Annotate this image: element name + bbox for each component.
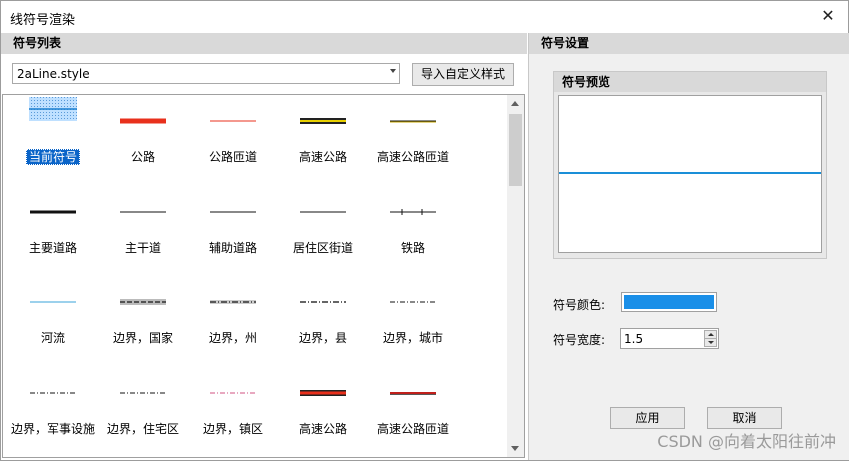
scroll-up-icon[interactable] <box>511 101 519 106</box>
symbol-color-label: 符号颜色: <box>553 298 606 312</box>
symbol-item[interactable]: 河流 <box>8 276 98 366</box>
symbol-preview-canvas <box>558 95 822 253</box>
line-symbol-swatch <box>118 292 168 315</box>
line-symbol-swatch <box>298 383 348 406</box>
symbol-item[interactable]: 边界，军事设施 <box>8 367 98 457</box>
scroll-down-icon[interactable] <box>511 446 519 451</box>
stepper-down-icon[interactable] <box>704 338 717 347</box>
line-symbol-swatch <box>28 292 78 315</box>
line-symbol-swatch <box>118 111 168 134</box>
symbol-item[interactable]: 高速公路 <box>278 95 368 185</box>
symbol-settings-panel: 符号设置 符号预览 符号颜色: 符号宽度: 1.5 应用 取消 <box>528 33 849 460</box>
symbol-label: 高速公路匝道 <box>376 422 449 436</box>
symbol-width-value: 1.5 <box>624 332 644 346</box>
symbol-color-swatch <box>624 295 714 309</box>
line-symbol-swatch <box>388 383 438 406</box>
window-title: 线符号渲染 <box>10 13 76 28</box>
symbol-width-stepper[interactable]: 1.5 <box>620 328 719 349</box>
chevron-down-icon[interactable] <box>390 69 396 73</box>
line-symbol-swatch <box>208 111 258 134</box>
symbol-item[interactable]: 边界，县 <box>278 276 368 366</box>
symbol-item[interactable]: 边界，镇区 <box>188 367 278 457</box>
symbol-settings-header: 符号设置 <box>529 33 849 54</box>
line-symbol-swatch <box>388 202 438 225</box>
symbol-item[interactable]: 居住区街道 <box>278 186 368 276</box>
line-symbol-swatch <box>28 202 78 225</box>
symbol-item[interactable]: 高速公路匝道 <box>368 367 458 457</box>
line-symbol-swatch <box>298 111 348 134</box>
vertical-scrollbar[interactable] <box>507 95 524 457</box>
symbol-item[interactable]: 铁路 <box>368 186 458 276</box>
symbol-width-label: 符号宽度: <box>553 333 606 347</box>
symbol-item[interactable]: 公路 <box>98 95 188 185</box>
line-symbol-swatch <box>28 97 78 124</box>
line-symbol-dialog: 线符号渲染 ✕ 符号列表 2aLine.style 导入自定义样式 当前符号 公路… <box>0 0 849 461</box>
symbol-preview-title: 符号预览 <box>554 72 826 92</box>
symbol-item[interactable]: 边界，州 <box>188 276 278 366</box>
line-symbol-swatch <box>388 111 438 134</box>
line-symbol-swatch <box>208 292 258 315</box>
line-symbol-swatch <box>118 202 168 225</box>
symbol-label: 边界，城市 <box>382 331 443 345</box>
import-custom-style-button[interactable]: 导入自定义样式 <box>412 63 514 86</box>
symbol-item[interactable]: 主要道路 <box>8 186 98 276</box>
line-symbol-swatch <box>388 292 438 315</box>
symbol-list: 当前符号 公路 公路匝道 高速公路 高速公路匝道 主要道路 主干道 辅助道路 居住区街道 铁路 河流… <box>2 94 525 458</box>
symbol-item[interactable]: 辅助道路 <box>188 186 278 276</box>
watermark: CSDN @向着太阳往前冲 <box>657 432 836 451</box>
symbol-label: 高速公路匝道 <box>376 150 449 164</box>
preview-line <box>559 172 821 174</box>
symbol-item[interactable]: 高速公路 <box>278 367 368 457</box>
symbol-item[interactable]: 公路匝道 <box>188 95 278 185</box>
cancel-button[interactable]: 取消 <box>707 407 782 429</box>
scroll-thumb[interactable] <box>509 114 522 186</box>
symbol-item[interactable]: 主干道 <box>98 186 188 276</box>
symbol-label: 铁路 <box>400 241 425 255</box>
symbol-item[interactable]: 边界，城市 <box>368 276 458 366</box>
style-file-select[interactable]: 2aLine.style <box>12 63 400 84</box>
apply-button[interactable]: 应用 <box>610 407 685 429</box>
symbol-list-panel: 符号列表 2aLine.style 导入自定义样式 当前符号 公路 公路匝道 高速公路… <box>1 33 527 460</box>
symbol-item[interactable]: 高速公路匝道 <box>368 95 458 185</box>
close-icon[interactable]: ✕ <box>818 6 838 26</box>
line-symbol-swatch <box>208 383 258 406</box>
symbol-item[interactable]: 当前符号 <box>8 95 98 185</box>
symbol-list-header: 符号列表 <box>1 33 527 54</box>
symbol-item[interactable]: 边界，住宅区 <box>98 367 188 457</box>
line-symbol-swatch <box>298 292 348 315</box>
title-bar: 线符号渲染 ✕ <box>1 1 848 33</box>
line-symbol-swatch <box>298 202 348 225</box>
line-symbol-swatch <box>28 383 78 406</box>
symbol-color-picker[interactable] <box>621 292 717 312</box>
symbol-preview-group: 符号预览 <box>553 71 827 259</box>
line-symbol-swatch <box>208 202 258 225</box>
symbol-item[interactable]: 边界，国家 <box>98 276 188 366</box>
line-symbol-swatch <box>118 383 168 406</box>
style-file-value: 2aLine.style <box>17 67 90 81</box>
